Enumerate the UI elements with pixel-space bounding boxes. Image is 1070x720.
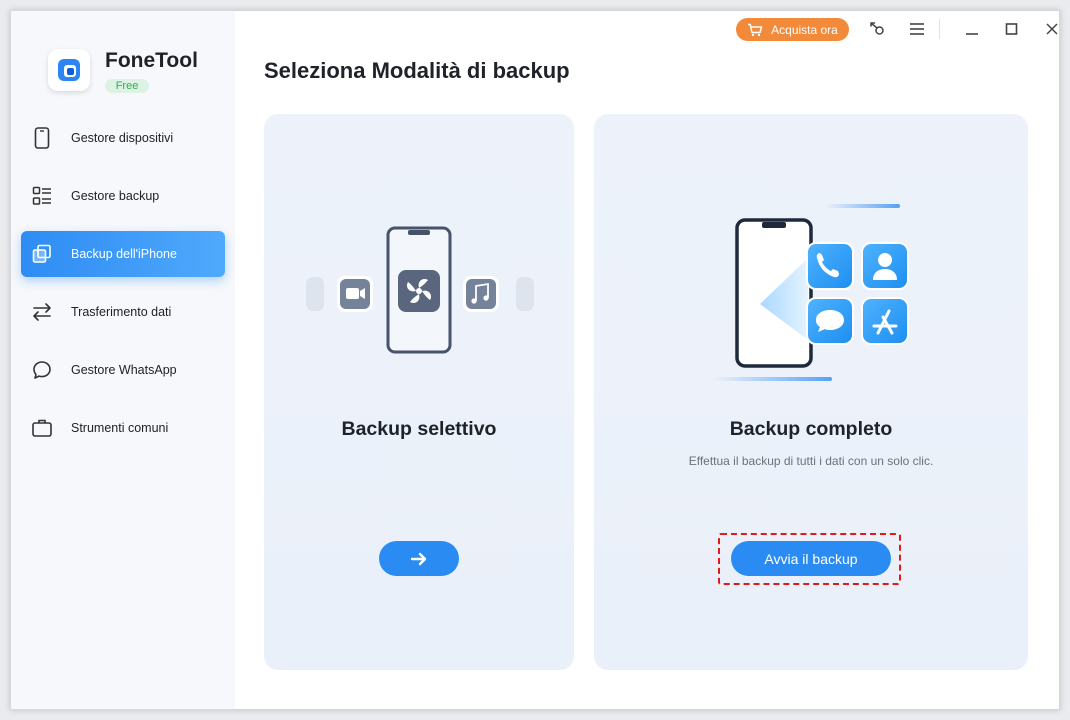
titlebar-divider <box>939 19 940 39</box>
buy-now-label: Acquista ora <box>771 22 838 37</box>
sidebar: FoneTool Free Gestore dispositivi Gestor… <box>11 11 235 709</box>
full-backup-title: Backup completo <box>729 418 893 440</box>
key-icon[interactable] <box>867 19 887 39</box>
sidebar-item-backup-manager[interactable]: Gestore backup <box>21 173 225 219</box>
sidebar-item-label: Trasferimento dati <box>71 305 172 319</box>
close-icon[interactable] <box>1042 19 1059 39</box>
cart-icon <box>747 23 763 37</box>
selective-backup-next-button[interactable] <box>379 541 459 576</box>
list-icon <box>31 185 53 207</box>
sidebar-item-label: Strumenti comuni <box>71 421 169 435</box>
transfer-arrows-icon <box>31 301 53 323</box>
app-name: FoneTool <box>105 49 198 72</box>
sidebar-item-data-transfer[interactable]: Trasferimento dati <box>21 289 225 335</box>
minimize-icon[interactable] <box>962 19 982 39</box>
arrow-right-icon <box>410 551 428 567</box>
maximize-icon[interactable] <box>1002 19 1022 39</box>
sidebar-item-label: Gestore backup <box>71 189 160 203</box>
app-logo-icon <box>48 49 90 91</box>
chat-bubble-icon <box>31 359 53 381</box>
copy-icon <box>31 243 53 265</box>
sidebar-item-label: Gestore dispositivi <box>71 131 174 145</box>
sidebar-item-whatsapp-manager[interactable]: Gestore WhatsApp <box>21 347 225 393</box>
app-window: FoneTool Free Gestore dispositivi Gestor… <box>10 10 1060 710</box>
plan-badge: Free <box>105 79 149 93</box>
sidebar-item-iphone-backup[interactable]: Backup dell'iPhone <box>21 231 225 277</box>
selective-backup-card[interactable]: Backup selettivo <box>264 114 574 670</box>
buy-now-button[interactable]: Acquista ora <box>736 18 849 41</box>
sidebar-item-label: Backup dell'iPhone <box>71 247 177 261</box>
full-backup-card[interactable]: Backup completo Effettua il backup di tu… <box>594 114 1028 670</box>
sidebar-item-device-manager[interactable]: Gestore dispositivi <box>21 115 225 161</box>
menu-icon[interactable] <box>907 19 927 39</box>
selective-backup-illustration <box>304 224 534 354</box>
sidebar-item-label: Gestore WhatsApp <box>71 363 177 377</box>
start-backup-button[interactable]: Avvia il backup <box>731 541 891 576</box>
title-bar: Acquista ora <box>235 11 1059 47</box>
selective-backup-title: Backup selettivo <box>341 418 497 440</box>
page-title: Seleziona Modalità di backup <box>264 58 570 83</box>
sidebar-item-common-tools[interactable]: Strumenti comuni <box>21 405 225 451</box>
full-backup-description: Effettua il backup di tutti i dati con u… <box>688 454 934 468</box>
full-backup-illustration <box>704 200 914 385</box>
toolbox-icon <box>31 417 53 439</box>
phone-icon <box>31 127 53 149</box>
